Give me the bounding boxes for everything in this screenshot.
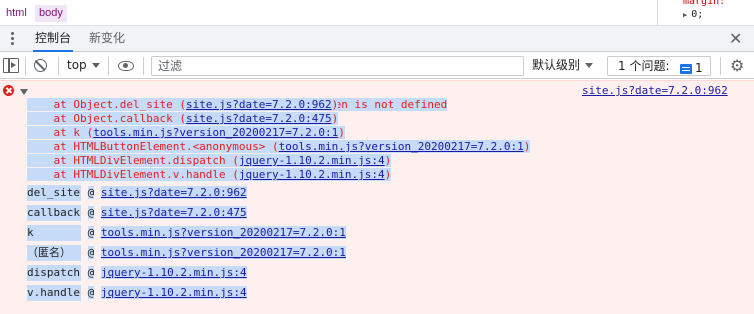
stack-frame-line: at HTMLButtonElement.<anonymous> (tools.… [27,140,531,154]
frame-link[interactable]: tools.min.js?version_20200217=7.2.0:1 [279,140,524,153]
frame-suffix: ) [384,168,392,181]
at-sign: @ [87,186,95,199]
error-icon [3,85,14,96]
at-sign: @ [87,266,95,279]
frame-prefix: at HTMLDivElement.v.handle ( [27,168,239,181]
toolbar-divider [58,57,59,75]
filter-input[interactable] [151,56,524,76]
stack-function-name: dispatch [27,265,81,281]
frame-suffix: ) [331,98,339,111]
context-label: top [67,58,87,72]
issues-button[interactable]: 1 个问题: 1 [607,56,711,76]
chevron-down-icon [91,63,100,68]
frame-suffix: ) [331,112,339,125]
style-value-line: ▶ 0; [672,8,725,22]
frame-link[interactable]: site.js?date=7.2.0:962 [186,98,332,111]
frame-link[interactable]: tools.min.js?version_20200217=7.2.0:1 [93,126,338,139]
expand-triangle-icon[interactable]: ▶ [683,11,687,19]
stack-frame-line: at Object.callback (site.js?date=7.2.0:4… [27,112,339,126]
frame-prefix: at Object.del_site ( [27,98,186,111]
stack-table-row: del_site @ site.js?date=7.2.0:962 [27,185,247,201]
toolbar-divider [720,57,721,75]
stack-source-link[interactable]: tools.min.js?version_20200217=7.2.0:1 [100,226,346,239]
tab-console[interactable]: 控制台 [33,26,73,52]
stack-function-name: （匿名） [27,245,81,261]
console-settings-gear-icon[interactable]: ⚙ [730,57,744,75]
stack-table-row: dispatch @ jquery-1.10.2.min.js:4 [27,265,247,281]
tab-whats-new[interactable]: 新变化 [89,26,125,52]
frame-prefix: at HTMLButtonElement.<anonymous> ( [27,140,279,153]
stack-table-row: k @ tools.min.js?version_20200217=7.2.0:… [27,225,346,241]
pane-divider[interactable] [657,0,658,26]
error-source-link[interactable]: site.js?date=7.2.0:962 [582,84,728,98]
stack-function-name: v.handle [27,285,81,301]
frame-prefix: at Object.callback ( [27,112,186,125]
breadcrumb-body[interactable]: body [35,5,67,22]
frame-prefix: at k ( [27,126,94,139]
context-selector[interactable]: top [67,53,100,79]
stack-frame-line: at HTMLDivElement.dispatch (jquery-1.10.… [27,154,392,168]
at-sign: @ [87,246,95,259]
stack-function-name: del_site [27,185,81,201]
live-expression-eye-icon[interactable] [118,61,134,71]
issue-message-icon [680,63,692,74]
style-value: 0; [691,9,704,20]
frame-suffix: ) [384,154,392,167]
stack-frame-line: at k (tools.min.js?version_20200217=7.2.… [27,126,345,140]
frame-suffix: ) [523,140,531,153]
issues-count: 1 [695,61,703,75]
issues-badge: 1 [680,59,703,77]
error-header: Uncaught ReferenceError: recycle_bin_db_… [30,84,448,111]
console-toolbar: top 默认级别 1 个问题: 1 ⚙ [0,53,754,79]
stack-source-link[interactable]: jquery-1.10.2.min.js:4 [100,266,247,279]
console-error-message[interactable]: Uncaught ReferenceError: recycle_bin_db_… [0,80,754,314]
log-levels-dropdown[interactable]: 默认级别 [532,53,594,79]
close-drawer-icon[interactable]: ✕ [729,27,742,51]
levels-label: 默认级别 [532,58,581,72]
collapse-triangle-icon[interactable] [20,89,28,95]
style-property: margin: [683,0,726,7]
frame-suffix: ) [338,126,345,139]
frame-link[interactable]: jquery-1.10.2.min.js:4 [239,154,385,167]
stack-source-link[interactable]: site.js?date=7.2.0:962 [100,186,247,199]
chevron-down-icon [585,63,594,68]
toolbar-divider [143,57,144,75]
toolbar-divider [108,57,109,75]
stack-function-name: callback [27,205,81,221]
stack-table-row: （匿名） @ tools.min.js?version_20200217=7.2… [27,245,346,261]
at-sign: @ [87,206,95,219]
at-sign: @ [87,226,95,239]
frame-link[interactable]: site.js?date=7.2.0:475 [186,112,332,125]
frame-prefix: at HTMLDivElement.dispatch ( [27,154,239,167]
stack-table-row: v.handle @ jquery-1.10.2.min.js:4 [27,285,247,301]
stack-source-link[interactable]: site.js?date=7.2.0:475 [100,206,247,219]
frame-link[interactable]: jquery-1.10.2.min.js:4 [239,168,385,181]
toolbar-divider [25,57,26,75]
elements-breadcrumb-bar: html body margin: ▶ 0; [0,0,754,26]
stack-frame-line: at Object.del_site (site.js?date=7.2.0:9… [27,98,339,112]
issues-label: 1 个问题: [618,59,670,73]
drawer-tab-bar: 控制台 新变化 ✕ [0,26,754,52]
stack-function-name: k [27,225,81,241]
stack-source-link[interactable]: tools.min.js?version_20200217=7.2.0:1 [100,246,346,259]
stack-frame-line: at HTMLDivElement.v.handle (jquery-1.10.… [27,168,392,182]
stack-table-row: callback @ site.js?date=7.2.0:475 [27,205,247,221]
show-sidebar-icon[interactable] [3,58,19,73]
stack-source-link[interactable]: jquery-1.10.2.min.js:4 [100,286,247,299]
styles-pane-peek: margin: ▶ 0; [672,0,725,22]
breadcrumb-html[interactable]: html [2,5,31,22]
at-sign: @ [87,286,95,299]
more-tabs-icon[interactable] [6,30,18,48]
clear-console-icon[interactable] [34,59,47,72]
